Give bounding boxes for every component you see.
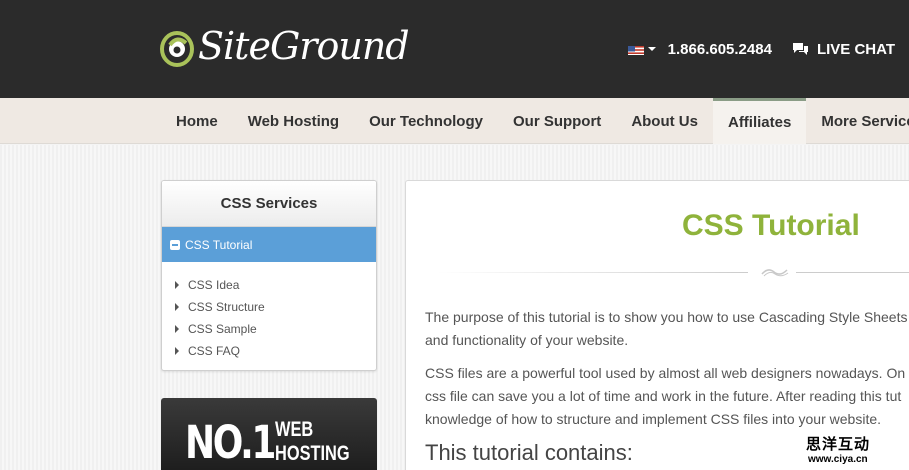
chat-bubble-icon[interactable]: [792, 42, 809, 56]
triangle-right-icon: [175, 325, 179, 333]
sidebar-item-css-faq[interactable]: CSS FAQ: [162, 340, 376, 362]
nav-item-affiliates[interactable]: Affiliates: [712, 98, 807, 144]
banner-text: WEB HOSTING: [275, 418, 350, 466]
triangle-right-icon: [175, 303, 179, 311]
sidebar-item-css-tutorial[interactable]: CSS Tutorial: [162, 227, 376, 262]
title-divider-left: [436, 272, 748, 273]
nav-item-more-services[interactable]: More Services: [806, 98, 909, 144]
title-divider-right: [796, 272, 909, 273]
sidebar-link-label: CSS FAQ: [188, 344, 241, 358]
nav-item-home[interactable]: Home: [161, 98, 233, 144]
sidebar-title: CSS Services: [162, 181, 376, 227]
sidebar-active-label: CSS Tutorial: [185, 237, 253, 252]
nav-item-our-technology[interactable]: Our Technology: [354, 98, 498, 144]
sidebar-link-label: CSS Sample: [188, 322, 257, 336]
description-line: knowledge of how to structure and implem…: [425, 411, 882, 427]
logo-text: SiteGround: [198, 24, 410, 68]
intro-line: and functionality of your website.: [425, 332, 629, 348]
watermark-chinese: 思洋互动: [806, 435, 871, 453]
nav-item-our-support[interactable]: Our Support: [498, 98, 616, 144]
nav-item-web-hosting[interactable]: Web Hosting: [233, 98, 354, 144]
sidebar-item-css-sample[interactable]: CSS Sample: [162, 318, 376, 340]
css-services-sidebar: CSS Services CSS Tutorial CSS Idea CSS St…: [161, 180, 377, 371]
logo-swirl-icon: [160, 25, 194, 67]
banner-line-hosting: HOSTING: [275, 442, 350, 465]
collapse-minus-icon[interactable]: [170, 239, 180, 250]
live-chat-link[interactable]: LIVE CHAT: [817, 41, 895, 58]
banner-rank: NO.1: [185, 416, 276, 469]
description-line: css file can save you a lot of time and …: [425, 388, 902, 404]
nav-item-about-us[interactable]: About Us: [616, 98, 713, 144]
nav-items: Home Web Hosting Our Technology Our Support…: [161, 98, 909, 144]
siteground-logo[interactable]: SiteGround: [160, 22, 410, 70]
top-header: SiteGround 1.866.605.2484 LIVE CHAT: [0, 0, 909, 98]
page-title: CSS Tutorial: [682, 209, 860, 242]
sidebar-item-css-structure[interactable]: CSS Structure: [162, 296, 376, 318]
section-subheading: This tutorial contains:: [425, 440, 633, 465]
triangle-right-icon: [175, 347, 179, 355]
main-content-panel: CSS Tutorial The purpose of this tutoria…: [405, 180, 909, 470]
us-flag-icon[interactable]: [627, 44, 644, 55]
sidebar-link-label: CSS Idea: [188, 278, 240, 292]
watermark: 思洋互动 www.ciya.cn: [800, 431, 909, 470]
no1-web-hosting-banner[interactable]: NO.1 WEB HOSTING: [161, 398, 377, 470]
watermark-url: www.ciya.cn: [808, 454, 868, 465]
description-paragraph: CSS files are a powerful tool used by al…: [425, 362, 905, 431]
triangle-right-icon: [175, 281, 179, 289]
language-chevron-down-icon[interactable]: [647, 47, 656, 51]
header-contact: 1.866.605.2484 LIVE CHAT: [627, 38, 909, 60]
main-navigation: Home Web Hosting Our Technology Our Support…: [0, 98, 909, 144]
phone-number[interactable]: 1.866.605.2484: [668, 41, 772, 58]
intro-line: The purpose of this tutorial is to show …: [425, 309, 908, 325]
sidebar-item-css-idea[interactable]: CSS Idea: [162, 274, 376, 296]
intro-paragraph: The purpose of this tutorial is to show …: [425, 306, 908, 352]
sidebar-link-label: CSS Structure: [188, 300, 265, 314]
flourish-ornament-icon: [760, 265, 790, 284]
description-line: CSS files are a powerful tool used by al…: [425, 365, 906, 381]
sidebar-link-list: CSS Idea CSS Structure CSS Sample CSS FAQ: [162, 262, 376, 362]
banner-line-web: WEB: [275, 418, 314, 441]
